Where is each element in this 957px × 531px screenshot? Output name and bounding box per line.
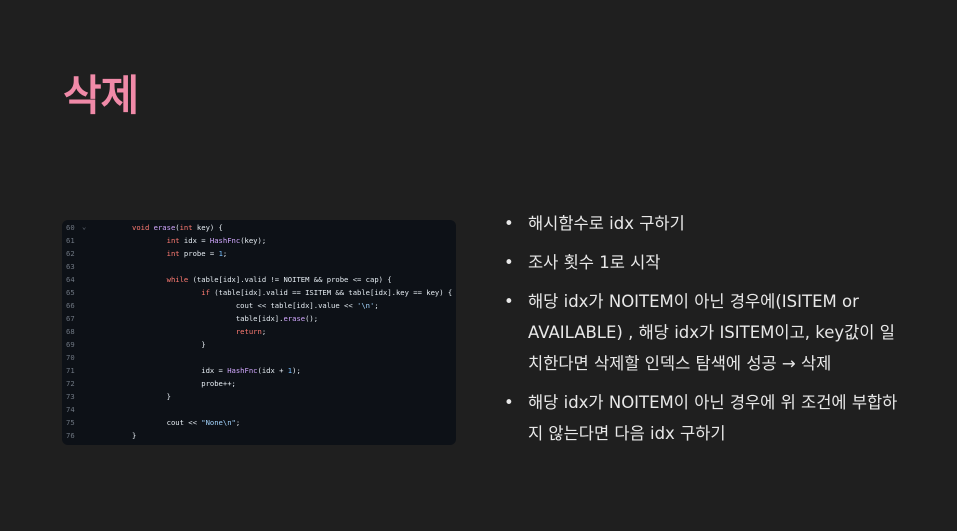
code-line: 74 (62, 403, 456, 416)
code-line: 67 table[idx].erase(); (62, 312, 456, 325)
line-number: 64 (66, 275, 75, 284)
line-number: 68 (66, 327, 75, 336)
bullet-item: • 해당 idx가 NOITEM이 아닌 경우에(ISITEM or AVAILA… (502, 286, 902, 379)
line-number: 66 (66, 301, 75, 310)
code-text: int idx = HashFnc(key); (166, 236, 267, 245)
code-line: 61 int idx = HashFnc(key); (62, 234, 456, 247)
line-number: 60 (66, 223, 75, 232)
line-number: 74 (66, 405, 75, 414)
code-text: void erase(int key) { (132, 223, 223, 232)
bullet-text: 해당 idx가 NOITEM이 아닌 경우에(ISITEM or AVAILAB… (528, 292, 895, 373)
line-number: 73 (66, 392, 75, 401)
code-line: 69 } (62, 338, 456, 351)
bullet-item: • 조사 횟수 1로 시작 (502, 247, 902, 278)
line-number: 65 (66, 288, 75, 297)
code-text: probe++; (132, 379, 236, 388)
line-number: 70 (66, 353, 75, 362)
fold-chevron-icon[interactable]: ⌄ (82, 221, 86, 234)
code-text: cout << "None\n"; (132, 418, 241, 427)
bullet-dot-icon: • (504, 214, 514, 233)
code-line: 62 int probe = 1; (62, 247, 456, 260)
code-line: 75 cout << "None\n"; (62, 416, 456, 429)
code-text: return; (235, 327, 267, 336)
bullet-list: • 해시함수로 idx 구하기 • 조사 횟수 1로 시작 • 해당 idx가 NOITE… (502, 208, 902, 457)
line-number: 69 (66, 340, 75, 349)
code-line: 73 } (62, 390, 456, 403)
code-line: 68 return; (62, 325, 456, 338)
code-text: if (table[idx].valid == ISITEM && table[… (201, 288, 453, 297)
code-line: 63 (62, 260, 456, 273)
bullet-item: • 해당 idx가 NOITEM이 아닌 경우에 위 조건에 부합하지 않는다면 … (502, 387, 902, 449)
code-text: int probe = 1; (166, 249, 228, 258)
code-text: } (132, 340, 206, 349)
line-number: 61 (66, 236, 75, 245)
code-text: idx = HashFnc(idx + 1); (132, 366, 301, 375)
line-number: 72 (66, 379, 75, 388)
code-line: 64 while (table[idx].valid != NOITEM && … (62, 273, 456, 286)
code-text: while (table[idx].valid != NOITEM && pro… (166, 275, 392, 284)
code-text: } (132, 392, 171, 401)
line-number: 71 (66, 366, 75, 375)
line-number: 63 (66, 262, 75, 271)
line-number: 62 (66, 249, 75, 258)
bullet-dot-icon: • (504, 393, 514, 412)
code-line: 71 idx = HashFnc(idx + 1); (62, 364, 456, 377)
bullet-text: 해시함수로 idx 구하기 (528, 214, 685, 233)
line-number: 67 (66, 314, 75, 323)
code-text: cout << table[idx].value << '\n'; (132, 301, 379, 310)
code-text: } (132, 431, 137, 440)
code-line: 76} (62, 429, 456, 442)
code-line: 70 (62, 351, 456, 364)
bullet-text: 조사 횟수 1로 시작 (528, 253, 661, 272)
code-text: table[idx].erase(); (132, 314, 319, 323)
bullet-dot-icon: • (504, 253, 514, 272)
line-number: 76 (66, 431, 75, 440)
code-line: 66 cout << table[idx].value << '\n'; (62, 299, 456, 312)
bullet-text: 해당 idx가 NOITEM이 아닌 경우에 위 조건에 부합하지 않는다면 다… (528, 393, 898, 443)
code-line: 72 probe++; (62, 377, 456, 390)
slide-title: 삭제 (63, 71, 139, 120)
bullet-dot-icon: • (504, 292, 514, 311)
line-number: 75 (66, 418, 75, 427)
code-snippet-panel: 60 ⌄ void erase(int key) { 61 int idx = Has… (62, 220, 456, 445)
code-line: 65 if (table[idx].valid == ISITEM && tab… (62, 286, 456, 299)
code-line: 60 ⌄ void erase(int key) { (62, 221, 456, 234)
bullet-item: • 해시함수로 idx 구하기 (502, 208, 902, 239)
